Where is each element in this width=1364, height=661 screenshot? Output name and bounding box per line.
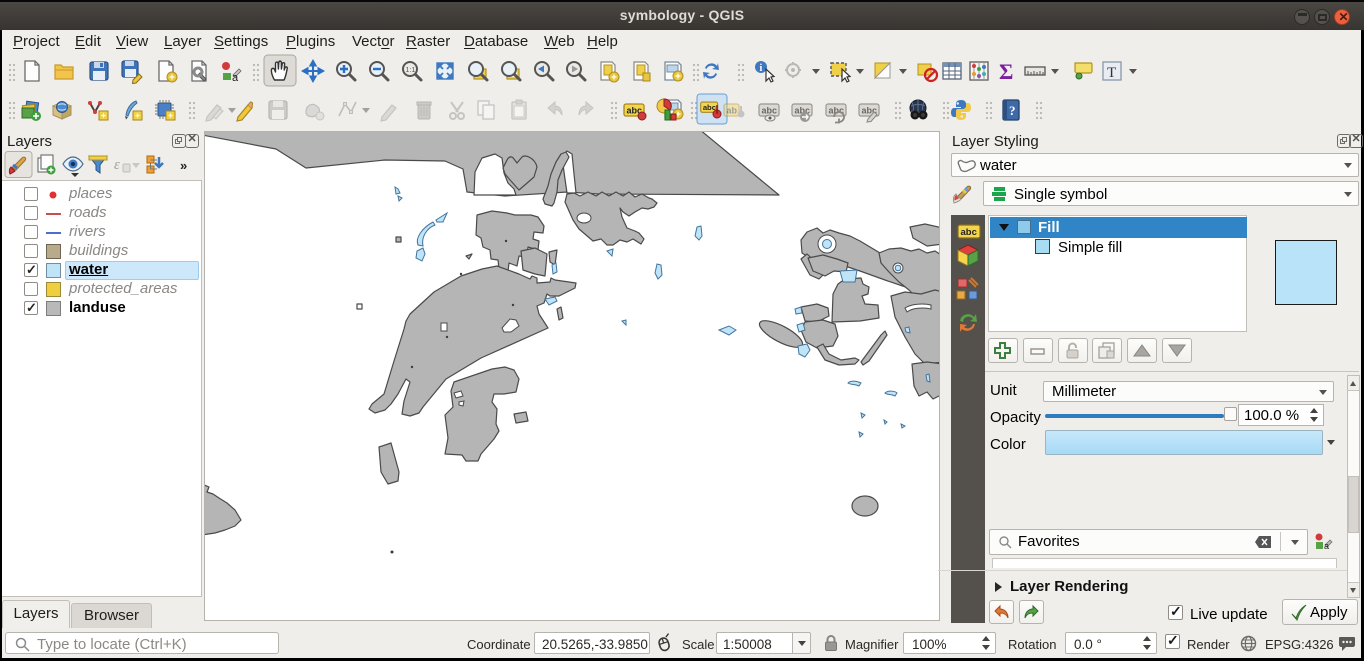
svg-text:»: » [180,158,187,173]
svg-text:a: a [232,72,239,84]
svg-text:1:1: 1:1 [406,67,416,74]
svg-text:abc: abc [762,106,778,116]
svg-text:abc: abc [961,227,977,238]
svg-text:abc: abc [829,106,845,116]
svg-text:?: ? [1009,103,1016,118]
svg-text:ε: ε [114,157,120,173]
svg-text:a: a [1324,541,1329,551]
svg-text:i: i [760,63,763,74]
svg-text:Σ: Σ [999,59,1013,84]
svg-text:T: T [1107,65,1116,81]
svg-text:ab: ab [727,106,738,116]
